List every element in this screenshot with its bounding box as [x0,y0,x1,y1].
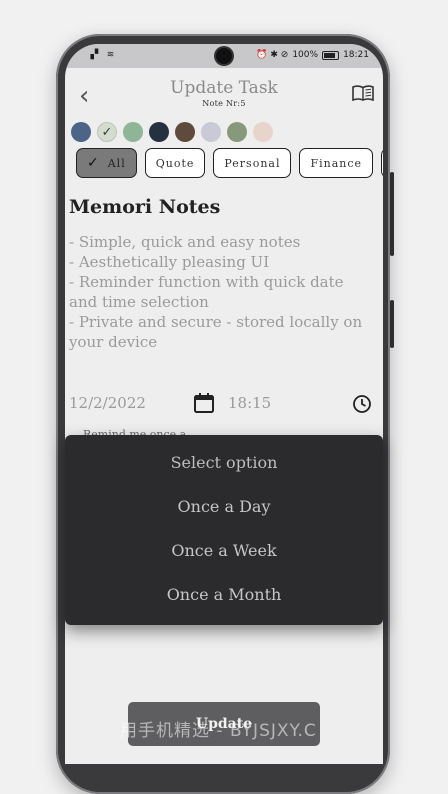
dialog-title: Select option [170,453,278,472]
clock-time: 18:21 [343,50,369,60]
check-icon: ✓ [101,124,113,140]
category-chip[interactable]: ✓ All [76,148,137,178]
color-swatch[interactable] [175,122,195,142]
reminder-time[interactable]: 18:15 [228,394,271,412]
update-button[interactable]: Update [128,702,320,746]
chip-label: All [107,156,126,170]
status-right: ⏰ ✱ ⊘ 100% 18:21 [256,50,369,60]
color-swatch[interactable] [123,122,143,142]
chip-label: Finance [310,156,363,170]
category-chip[interactable]: Finance [299,148,374,178]
category-chip[interactable] [381,148,383,178]
category-chip[interactable]: Quote [144,148,206,178]
volume-button [390,172,394,256]
select-option-dialog: Select option Once a Day Once a Week Onc… [65,435,383,625]
chip-label: Personal [224,156,281,170]
option-once-a-week[interactable]: Once a Week [65,541,383,560]
status-icons: ⏰ ✱ ⊘ [256,50,289,60]
chip-label: Quote [155,156,195,170]
book-icon[interactable] [352,85,374,101]
color-swatch[interactable] [71,122,91,142]
option-once-a-month[interactable]: Once a Month [65,585,383,604]
color-swatch[interactable] [149,122,169,142]
note-body[interactable]: - Simple, quick and easy notes - Aesthet… [69,232,374,352]
app-screen: ▗▘ ≋ ⏰ ✱ ⊘ 100% 18:21 ‹ Update Task Note… [65,44,383,764]
clock-icon[interactable] [352,394,372,414]
signal-wifi-icons: ▗▘ ≋ [87,50,116,60]
color-swatch[interactable] [201,122,221,142]
battery-percent: 100% [292,50,319,60]
check-icon: ✓ [87,155,100,171]
color-swatch[interactable] [227,122,247,142]
color-swatch[interactable] [253,122,273,142]
power-button [390,300,394,348]
reminder-date[interactable]: 12/2/2022 [69,394,146,412]
color-swatches: ✓ [71,122,273,142]
calendar-icon[interactable] [193,392,215,414]
front-camera [216,48,232,64]
category-chip[interactable]: Personal [213,148,292,178]
note-number: Note Nr:5 [202,99,246,108]
color-swatch[interactable]: ✓ [97,122,117,142]
page-title: Update Task [170,78,278,98]
status-bar: ▗▘ ≋ ⏰ ✱ ⊘ 100% 18:21 [65,44,383,68]
option-once-a-day[interactable]: Once a Day [65,497,383,516]
battery-icon [322,50,340,60]
note-title[interactable]: Memori Notes [69,196,220,218]
category-chips: ✓ All Quote Personal Finance [76,148,383,178]
